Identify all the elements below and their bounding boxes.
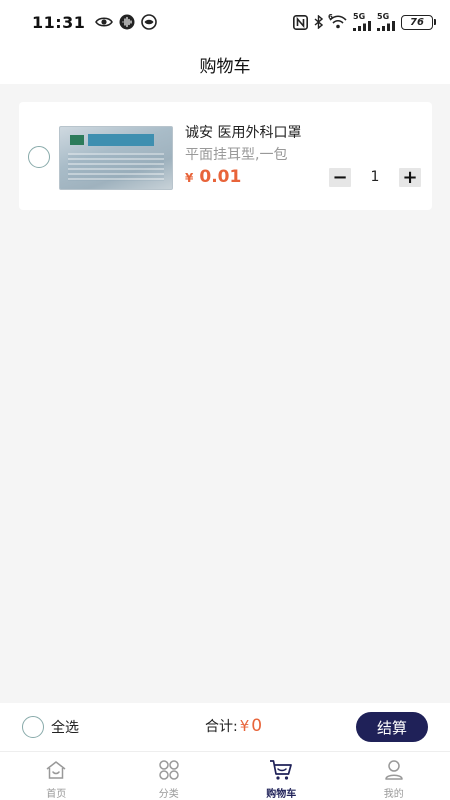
signal-icon-1: 5G xyxy=(353,13,371,31)
total-amount: 0 xyxy=(251,716,263,736)
tab-home[interactable]: 首页 xyxy=(0,752,113,800)
tab-profile-label: 我的 xyxy=(383,789,404,800)
select-all-toggle[interactable]: 全选 xyxy=(22,716,79,738)
select-all-checkbox[interactable] xyxy=(22,716,44,738)
network-type-2: 5G xyxy=(377,12,390,21)
network-type-1: 5G xyxy=(353,12,366,21)
signal-icon-2: 5G xyxy=(377,13,395,31)
battery-icon: 76 xyxy=(401,14,436,30)
battery-level: 76 xyxy=(401,14,433,30)
mask-package-image[interactable] xyxy=(59,126,173,190)
category-icon xyxy=(157,758,181,782)
status-left-icons xyxy=(95,14,158,30)
checkout-bar: 全选 合计: ¥ 0 结算 xyxy=(0,703,450,751)
total-currency: ¥ xyxy=(239,717,250,735)
item-price: ¥ 0.01 xyxy=(185,167,241,187)
voice-assistant-icon xyxy=(119,14,135,30)
total-label: 合计: xyxy=(205,719,238,735)
total-price: 合计: ¥ 0 xyxy=(205,716,262,736)
status-bar: 11:31 6 5G 5G 76 xyxy=(0,0,450,44)
item-select-checkbox[interactable] xyxy=(28,146,50,168)
page-title: 购物车 xyxy=(199,56,251,77)
quantity-stepper: − 1 + xyxy=(329,167,421,188)
bottom-tab-bar: 首页 分类 购物车 我的 xyxy=(0,751,450,800)
wifi-badge: 6 xyxy=(328,13,333,21)
checkout-button[interactable]: 结算 xyxy=(356,712,428,742)
quantity-value: 1 xyxy=(370,169,380,185)
select-all-label: 全选 xyxy=(51,720,79,736)
tab-home-label: 首页 xyxy=(46,789,67,800)
decrease-quantity-button[interactable]: − xyxy=(329,167,351,188)
wifi-icon: 6 xyxy=(328,13,347,29)
tab-category[interactable]: 分类 xyxy=(113,752,226,800)
profile-icon xyxy=(382,758,406,782)
cart-item: 诚安 医用外科口罩 平面挂耳型,一包 ¥ 0.01 − 1 + xyxy=(19,102,432,210)
tab-category-label: 分类 xyxy=(158,789,179,800)
nfc-icon xyxy=(293,14,308,30)
increase-quantity-button[interactable]: + xyxy=(398,167,421,188)
page-header: 购物车 xyxy=(0,44,450,84)
cart-icon xyxy=(269,758,293,782)
bluetooth-icon xyxy=(314,15,323,29)
eye-protection-icon xyxy=(141,14,158,30)
item-spec: 平面挂耳型,一包 xyxy=(185,147,288,163)
tab-cart[interactable]: 购物车 xyxy=(225,752,338,800)
status-time: 11:31 xyxy=(32,12,86,32)
eye-icon xyxy=(95,16,114,28)
tab-cart-label: 购物车 xyxy=(266,789,297,800)
item-title[interactable]: 诚安 医用外科口罩 xyxy=(185,122,301,142)
status-right-icons: 6 5G 5G 76 xyxy=(293,13,436,31)
tab-profile[interactable]: 我的 xyxy=(338,752,450,800)
item-price-amount: 0.01 xyxy=(199,167,242,187)
item-price-currency: ¥ xyxy=(185,171,194,185)
home-icon xyxy=(44,758,68,782)
